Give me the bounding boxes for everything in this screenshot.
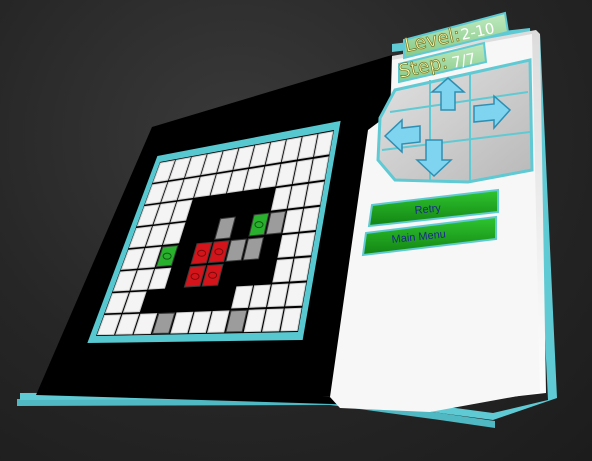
- game-scene: Level: 2-10 Step: 7/7 Retry Main Menu: [17, 11, 557, 428]
